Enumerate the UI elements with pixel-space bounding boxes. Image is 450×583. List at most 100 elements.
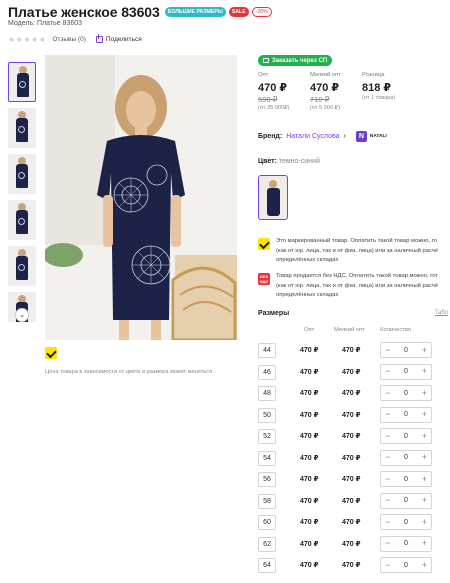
minus-button[interactable]: − [385,539,390,548]
quantity-input[interactable]: 0 [404,562,408,569]
plus-button[interactable]: + [422,517,427,527]
plus-button[interactable]: + [422,474,427,484]
size-row: 54 470 ₽ 470 ₽ − 0 + [258,449,448,471]
cart-icon [263,58,269,63]
price-opt-value: 470 ₽ [258,82,288,94]
thumbnail-2[interactable] [8,108,36,148]
main-product-photo[interactable] [45,55,237,340]
order-via-sp-label: Заказать через СП [272,57,328,64]
minus-button[interactable]: − [385,453,390,462]
product-title: Платье женское 83603 [8,4,160,20]
chevron-down-icon[interactable]: ⌄ [15,308,29,322]
thumbnail-3[interactable] [8,154,36,194]
quantity-input[interactable]: 0 [404,411,408,418]
price-retail-label: Розница [362,72,385,78]
plus-button[interactable]: + [422,560,427,570]
size-small-opt-price: 470 ₽ [342,390,361,397]
marked-product-icon [45,347,57,359]
quantity-input[interactable]: 0 [404,347,408,354]
plus-button[interactable]: + [422,496,427,505]
price-small-opt-condition: (от 5 000 ₽) [310,105,340,111]
size-opt-price: 470 ₽ [300,454,319,462]
quantity-input[interactable]: 0 [404,368,408,375]
quantity-stepper: − 0 + [380,535,432,552]
size-opt-price: 470 ₽ [300,497,319,505]
badge-discount: -20% [251,7,272,17]
plus-button[interactable]: + [422,539,427,548]
size-opt-price: 470 ₽ [300,390,319,397]
rating-row: ★★★★★ Отзывы (0) Поделиться [8,34,142,44]
info-marked: Это маркированный товар. Оплатить такой … [258,237,448,266]
size-table-link[interactable]: Табл [435,310,448,317]
color-value: темно-синий [278,158,320,165]
minus-button[interactable]: − [385,517,390,527]
size-row: 52 470 ₽ 470 ₽ − 0 + [258,427,448,449]
info-nds-text: Товар продается без НДС. Оплатить такой … [276,273,439,299]
size-value: 50 [258,407,276,423]
chevron-right-icon[interactable]: › [344,133,346,140]
brand-logo[interactable]: N NATALI [355,131,387,142]
thumbnail-5[interactable] [8,246,36,286]
size-opt-price: 470 ₽ [300,368,319,376]
size-small-opt-price: 470 ₽ [342,347,361,354]
plus-button[interactable]: + [422,345,427,355]
size-row: 50 470 ₽ 470 ₽ − 0 + [258,406,448,428]
size-small-opt-price: 470 ₽ [342,540,361,548]
size-small-opt-price: 470 ₽ [342,368,361,376]
thumbnail-4[interactable] [8,200,36,240]
badge-big-sizes: БОЛЬШИЕ РАЗМЕРЫ [164,7,226,17]
size-small-opt-price: 470 ₽ [342,519,361,526]
quantity-stepper: − 0 + [380,514,432,530]
quantity-stepper: − 0 + [380,449,432,466]
quantity-stepper: − 0 + [380,363,432,380]
size-opt-price: 470 ₽ [300,411,319,419]
rating-stars-icon: ★★★★★ [8,35,47,44]
plus-button[interactable]: + [422,431,427,441]
thumbnail-list: ⌄ [8,62,38,322]
size-opt-price: 470 ₽ [300,519,319,526]
quantity-input[interactable]: 0 [404,390,408,397]
minus-button[interactable]: − [385,345,390,355]
brand-logo-text: NATALI [369,134,387,139]
price-small-opt: Мелкий опт 470 ₽ 710 ₽ (от 5 000 ₽) [310,72,362,111]
size-value: 58 [258,493,276,509]
size-row: 48 470 ₽ 470 ₽ − 0 + [258,384,448,406]
order-via-sp-button[interactable]: Заказать через СП [258,55,333,66]
plus-button[interactable]: + [422,410,427,419]
size-table: 44 470 ₽ 470 ₽ − 0 + 46 470 ₽ 470 ₽ − 0 + 48… [258,341,448,578]
quantity-input[interactable]: 0 [404,497,408,504]
size-opt-price: 470 ₽ [300,433,319,440]
quantity-input[interactable]: 0 [404,540,408,547]
color-swatch[interactable] [258,175,288,220]
marked-product-icon [258,238,270,250]
quantity-input[interactable]: 0 [404,519,408,526]
minus-button[interactable]: − [385,560,390,570]
plus-button[interactable]: + [422,367,427,376]
product-photo-illustration [45,55,237,340]
size-value: 46 [258,364,276,380]
thumbnail-1[interactable] [8,62,36,102]
share-button[interactable]: Поделиться [95,34,142,43]
minus-button[interactable]: − [385,367,390,376]
plus-button[interactable]: + [422,453,427,462]
col-opt: Опт [304,327,315,333]
share-icon [95,34,103,43]
plus-button[interactable]: + [422,388,427,398]
minus-button[interactable]: − [385,431,390,441]
info-nds: БЕЗ НДС Товар продается без НДС. Оплатит… [258,272,448,301]
reviews-link[interactable]: Отзывы (0) [52,36,86,43]
sizes-header: Размеры Табл [258,310,448,317]
quantity-input[interactable]: 0 [404,454,408,461]
size-row: 62 470 ₽ 470 ₽ − 0 + [258,535,448,557]
brand-link[interactable]: Натали Суслова [286,133,339,140]
price-opt-label: Опт [258,72,269,78]
minus-button[interactable]: − [385,410,390,419]
quantity-stepper: − 0 + [380,557,432,573]
minus-button[interactable]: − [385,474,390,484]
minus-button[interactable]: − [385,388,390,398]
quantity-input[interactable]: 0 [404,476,408,483]
size-value: 48 [258,386,276,401]
size-small-opt-price: 470 ₽ [342,454,361,462]
minus-button[interactable]: − [385,496,390,505]
quantity-input[interactable]: 0 [404,433,408,440]
